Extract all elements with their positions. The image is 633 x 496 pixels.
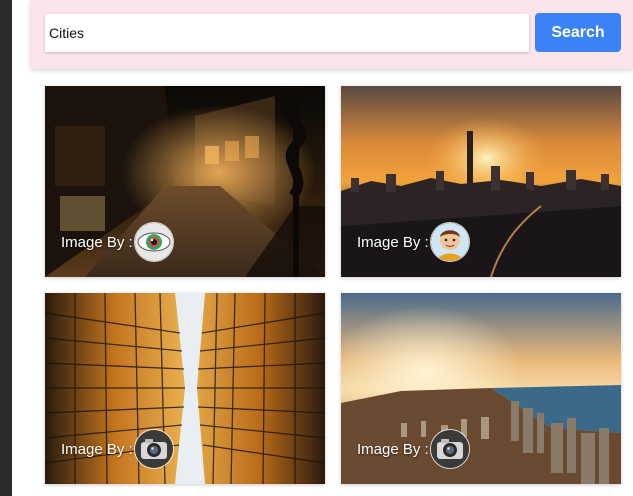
child-portrait-avatar-icon[interactable] <box>429 222 470 262</box>
image-card-1[interactable]: Image By : <box>45 86 325 277</box>
image-credit: Image By : <box>357 222 470 262</box>
image-card-4[interactable]: Image By : <box>341 293 621 484</box>
credit-label: Image By : <box>357 440 429 458</box>
search-button[interactable]: Search <box>535 13 621 52</box>
camera-avatar-icon[interactable] <box>133 429 174 469</box>
image-card-2[interactable]: Image By : <box>341 86 621 277</box>
image-credit: Image By : <box>61 222 174 262</box>
search-input[interactable] <box>45 14 529 52</box>
camera-avatar-icon[interactable] <box>429 429 470 469</box>
credit-label: Image By : <box>61 233 133 251</box>
image-card-3[interactable]: Image By : <box>45 293 325 484</box>
eye-avatar-icon[interactable] <box>133 222 174 262</box>
search-panel: Search <box>30 0 633 69</box>
window-edge <box>0 0 12 496</box>
credit-label: Image By : <box>357 233 429 251</box>
credit-label: Image By : <box>61 440 133 458</box>
image-credit: Image By : <box>357 429 470 469</box>
image-credit: Image By : <box>61 429 174 469</box>
